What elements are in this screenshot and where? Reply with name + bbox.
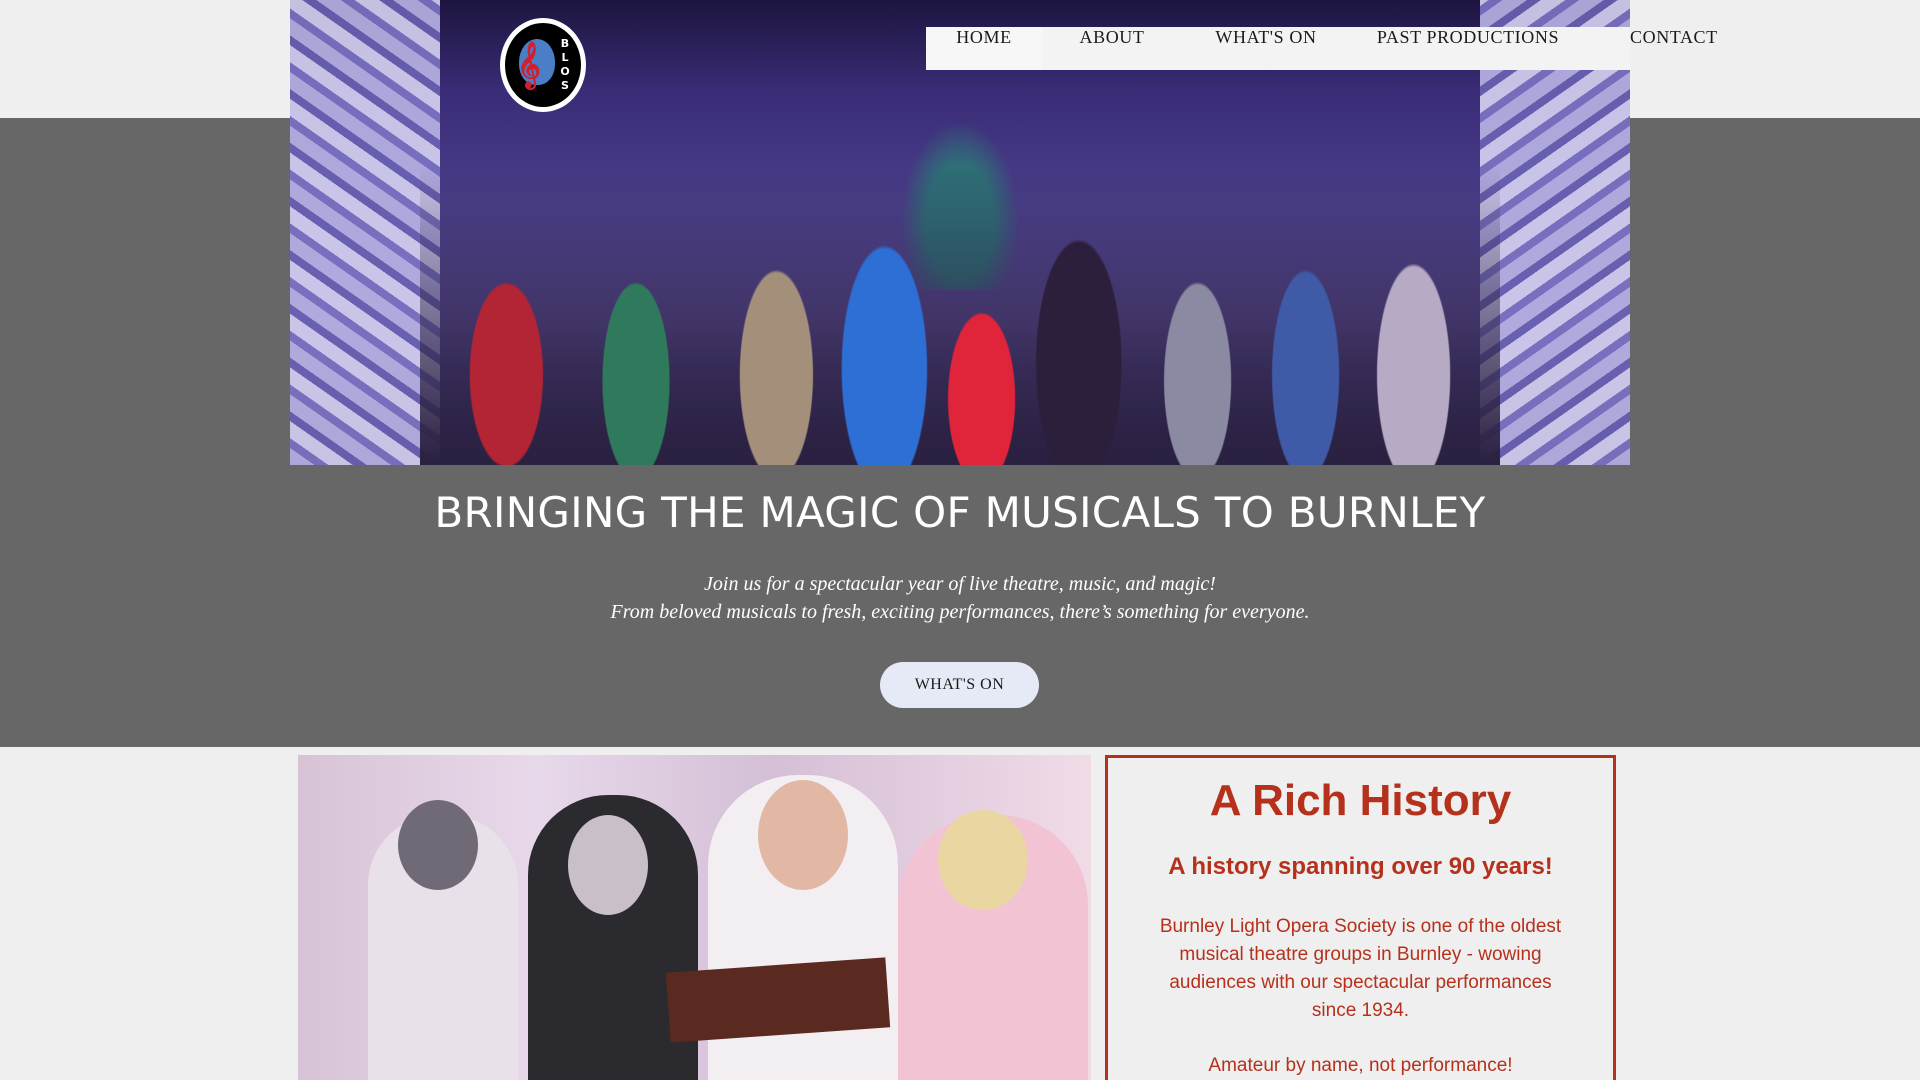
hero-subtitle-line1: Join us for a spectacular year of live t… (704, 573, 1216, 595)
logo-letters: B L O S (560, 37, 570, 92)
treble-clef-icon: 𝄞 (517, 41, 541, 88)
hero-title: BRINGING THE MAGIC OF MUSICALS TO BURNLE… (434, 488, 1486, 537)
site-logo[interactable]: 𝄞 B L O S (500, 18, 586, 112)
page: 𝄞 B L O S HOME ABOUT WHAT'S ON PAST PROD… (0, 0, 1920, 1080)
history-panel: A Rich History A history spanning over 9… (1105, 755, 1616, 1080)
hero-subtitle-line2: From beloved musicals to fresh, exciting… (610, 601, 1310, 623)
history-tagline: Amateur by name, not performance! (1208, 1055, 1513, 1076)
nav-past-productions[interactable]: PAST PRODUCTIONS (1350, 27, 1586, 70)
performer-4-head (938, 810, 1028, 910)
logo-badge: 𝄞 B L O S (505, 23, 581, 107)
hero-subtitle: Join us for a spectacular year of live t… (0, 570, 1920, 626)
newspaper-curtain-left (290, 0, 440, 465)
cast-on-stage (420, 165, 1500, 465)
performer-2-head (568, 815, 648, 915)
production-photo (298, 755, 1091, 1080)
nav-home[interactable]: HOME (926, 27, 1042, 70)
main-nav: HOME ABOUT WHAT'S ON PAST PRODUCTIONS (926, 27, 1630, 70)
nav-whats-on[interactable]: WHAT'S ON (1182, 27, 1350, 70)
performer-3-head (758, 780, 848, 890)
performer-1-head (398, 800, 478, 890)
history-body: Burnley Light Opera Society is one of th… (1159, 916, 1562, 1021)
history-title: A Rich History (1209, 776, 1512, 825)
nav-contact[interactable]: CONTACT (1630, 27, 1718, 70)
history-subtitle: A history spanning over 90 years! (1168, 853, 1553, 880)
nav-about[interactable]: ABOUT (1042, 27, 1182, 70)
whats-on-button[interactable]: WHAT'S ON (880, 662, 1039, 708)
